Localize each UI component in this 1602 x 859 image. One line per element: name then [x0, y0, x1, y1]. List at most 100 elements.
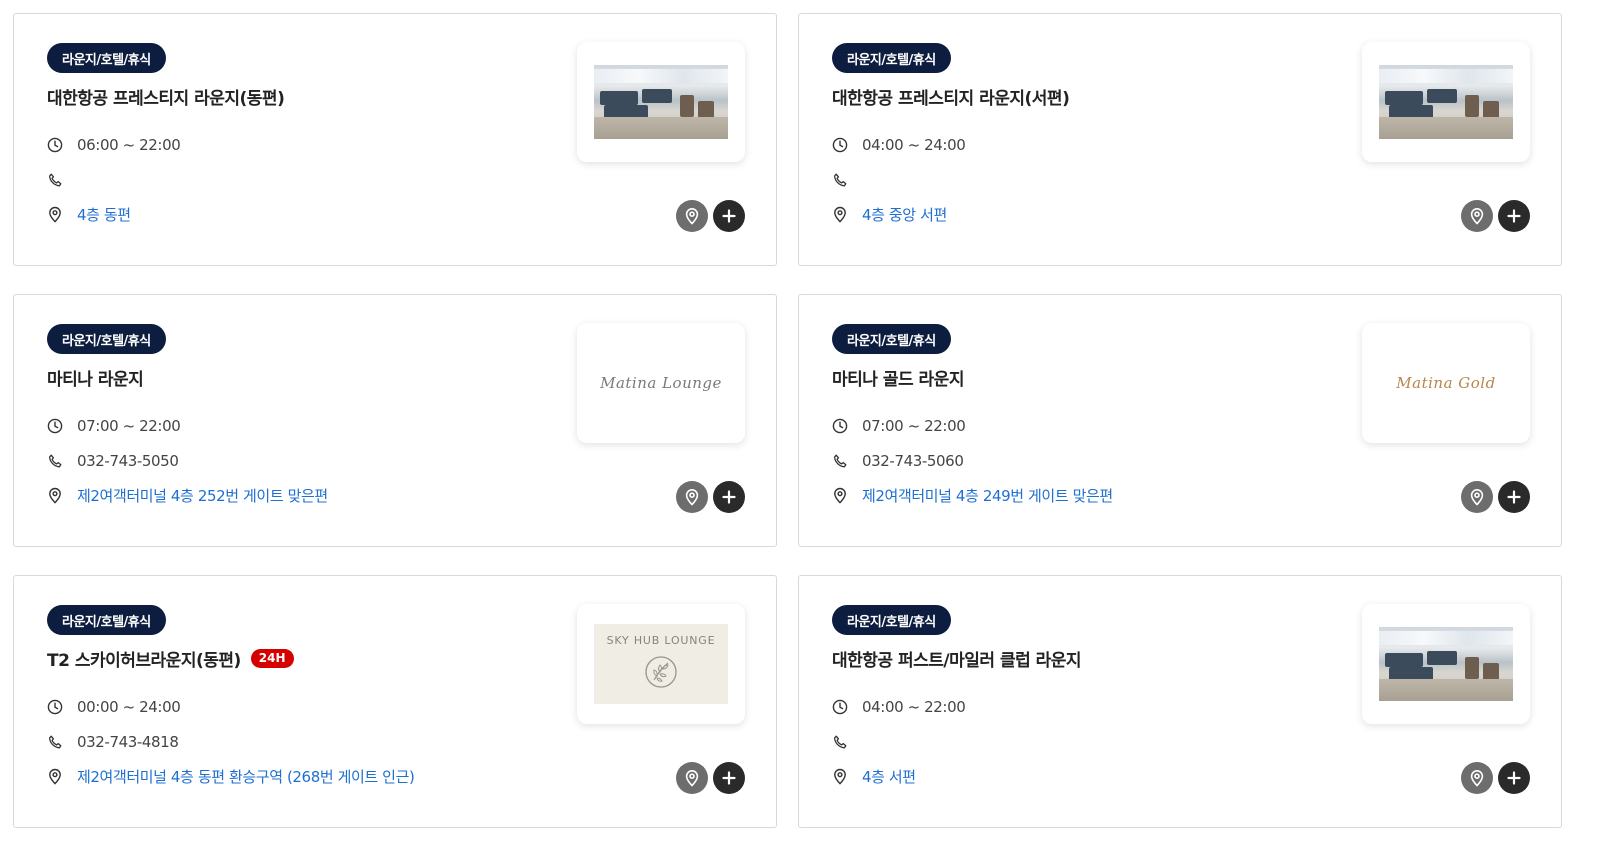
hours-row: 04:00 ~ 22:00: [831, 696, 966, 718]
lounge-card[interactable]: 라운지/호텔/휴식 마티나 라운지 07:00 ~ 22:00 032-743-…: [13, 294, 777, 547]
location-row: 4층 동편: [46, 203, 131, 225]
lounge-card[interactable]: 라운지/호텔/휴식 대한항공 프레스티지 라운지(서편) 04:00 ~ 24:…: [798, 13, 1562, 266]
sky-hub-logo-image: SKY HUB LOUNGE: [594, 624, 728, 704]
hours-text: 07:00 ~ 22:00: [77, 417, 181, 435]
lounge-card[interactable]: 라운지/호텔/휴식 T2 스카이허브라운지(동편) 24H 00:00 ~ 24…: [13, 575, 777, 828]
add-button[interactable]: [1498, 762, 1530, 794]
hours-text: 04:00 ~ 24:00: [862, 136, 966, 154]
title-row: 대한항공 퍼스트/마일러 클럽 라운지: [832, 646, 1082, 671]
map-pin-icon: [831, 205, 849, 223]
plus-icon: [1507, 771, 1521, 785]
hours-row: 04:00 ~ 24:00: [831, 134, 966, 156]
lounge-card[interactable]: 라운지/호텔/휴식 대한항공 퍼스트/마일러 클럽 라운지 04:00 ~ 22…: [798, 575, 1562, 828]
plus-icon: [1507, 490, 1521, 504]
lounge-card[interactable]: 라운지/호텔/휴식 대한항공 프레스티지 라운지(동편) 06:00 ~ 22:…: [13, 13, 777, 266]
lounge-title[interactable]: 마티나 라운지: [47, 365, 144, 390]
lounge-title[interactable]: 대한항공 프레스티지 라운지(서편): [832, 84, 1070, 109]
phone-icon: [831, 452, 849, 470]
hours-text: 07:00 ~ 22:00: [862, 417, 966, 435]
hours-text: 04:00 ~ 22:00: [862, 698, 966, 716]
phone-row: 032-743-4818: [46, 731, 179, 753]
location-link[interactable]: 제2여객터미널 4층 249번 게이트 맞은편: [862, 485, 1113, 506]
map-pin-icon: [1470, 770, 1484, 787]
lounge-title[interactable]: 대한항공 퍼스트/마일러 클럽 라운지: [832, 646, 1082, 671]
map-button[interactable]: [1461, 200, 1493, 232]
map-button[interactable]: [1461, 481, 1493, 513]
lounge-photo: [594, 65, 728, 139]
location-link[interactable]: 제2여객터미널 4층 동편 환승구역 (268번 게이트 인근): [77, 766, 415, 787]
location-link[interactable]: 4층 서편: [862, 766, 916, 787]
phone-icon: [46, 733, 64, 751]
title-row: 대한항공 프레스티지 라운지(서편): [832, 84, 1070, 109]
24h-badge: 24H: [250, 648, 294, 668]
map-pin-icon: [46, 205, 64, 223]
phone-row: [831, 169, 862, 191]
clock-icon: [46, 136, 64, 154]
category-badge: 라운지/호텔/휴식: [47, 605, 166, 635]
hours-row: 07:00 ~ 22:00: [831, 415, 966, 437]
lounge-title[interactable]: 대한항공 프레스티지 라운지(동편): [47, 84, 285, 109]
lounge-photo: [1379, 627, 1513, 701]
logo-text: Matina Lounge: [600, 374, 722, 392]
phone-row: [46, 169, 77, 191]
category-badge: 라운지/호텔/휴식: [832, 605, 951, 635]
location-link[interactable]: 제2여객터미널 4층 252번 게이트 맞은편: [77, 485, 328, 506]
location-row: 제2여객터미널 4층 동편 환승구역 (268번 게이트 인근): [46, 765, 415, 787]
phone-text[interactable]: 032-743-5060: [862, 452, 964, 470]
hours-text: 06:00 ~ 22:00: [77, 136, 181, 154]
category-badge: 라운지/호텔/휴식: [47, 324, 166, 354]
location-row: 4층 중앙 서편: [831, 203, 947, 225]
phone-icon: [831, 733, 849, 751]
add-button[interactable]: [1498, 200, 1530, 232]
lounge-title[interactable]: T2 스카이허브라운지(동편): [47, 646, 241, 671]
lounge-title[interactable]: 마티나 골드 라운지: [832, 365, 964, 390]
phone-row: 032-743-5060: [831, 450, 964, 472]
lounge-photo: [1379, 65, 1513, 139]
map-button[interactable]: [676, 762, 708, 794]
add-button[interactable]: [1498, 481, 1530, 513]
location-link[interactable]: 4층 동편: [77, 204, 131, 225]
plus-icon: [722, 209, 736, 223]
matina-gold-logo[interactable]: Matina Gold: [1362, 323, 1530, 443]
phone-icon: [46, 171, 64, 189]
lounge-photo-thumbnail[interactable]: [1362, 604, 1530, 724]
map-button[interactable]: [1461, 762, 1493, 794]
phone-text[interactable]: 032-743-4818: [77, 733, 179, 751]
phone-row: [831, 731, 862, 753]
title-row: 마티나 골드 라운지: [832, 365, 964, 390]
map-button[interactable]: [676, 200, 708, 232]
logo-text: SKY HUB LOUNGE: [606, 634, 716, 647]
location-row: 제2여객터미널 4층 252번 게이트 맞은편: [46, 484, 328, 506]
add-button[interactable]: [713, 762, 745, 794]
clock-icon: [46, 698, 64, 716]
sky-hub-logo[interactable]: SKY HUB LOUNGE: [577, 604, 745, 724]
plus-icon: [722, 490, 736, 504]
clock-icon: [46, 417, 64, 435]
location-row: 제2여객터미널 4층 249번 게이트 맞은편: [831, 484, 1113, 506]
category-badge: 라운지/호텔/휴식: [832, 324, 951, 354]
location-link[interactable]: 4층 중앙 서편: [862, 204, 947, 225]
map-button[interactable]: [676, 481, 708, 513]
map-pin-icon: [831, 486, 849, 504]
plus-icon: [722, 771, 736, 785]
clock-icon: [831, 698, 849, 716]
lounge-photo-thumbnail[interactable]: [1362, 42, 1530, 162]
add-button[interactable]: [713, 481, 745, 513]
hours-text: 00:00 ~ 24:00: [77, 698, 181, 716]
title-row: 마티나 라운지: [47, 365, 144, 390]
hours-row: 06:00 ~ 22:00: [46, 134, 181, 156]
title-row: 대한항공 프레스티지 라운지(동편): [47, 84, 285, 109]
map-pin-icon: [685, 489, 699, 506]
phone-icon: [831, 171, 849, 189]
hours-row: 07:00 ~ 22:00: [46, 415, 181, 437]
lounge-photo-thumbnail[interactable]: [577, 42, 745, 162]
map-pin-icon: [1470, 208, 1484, 225]
title-row: T2 스카이허브라운지(동편) 24H: [47, 646, 294, 671]
phone-text[interactable]: 032-743-5050: [77, 452, 179, 470]
lounge-card[interactable]: 라운지/호텔/휴식 마티나 골드 라운지 07:00 ~ 22:00 032-7…: [798, 294, 1562, 547]
clock-icon: [831, 417, 849, 435]
add-button[interactable]: [713, 200, 745, 232]
matina-lounge-logo[interactable]: Matina Lounge: [577, 323, 745, 443]
lounge-card-grid: 라운지/호텔/휴식 대한항공 프레스티지 라운지(동편) 06:00 ~ 22:…: [13, 13, 1562, 828]
clock-icon: [831, 136, 849, 154]
